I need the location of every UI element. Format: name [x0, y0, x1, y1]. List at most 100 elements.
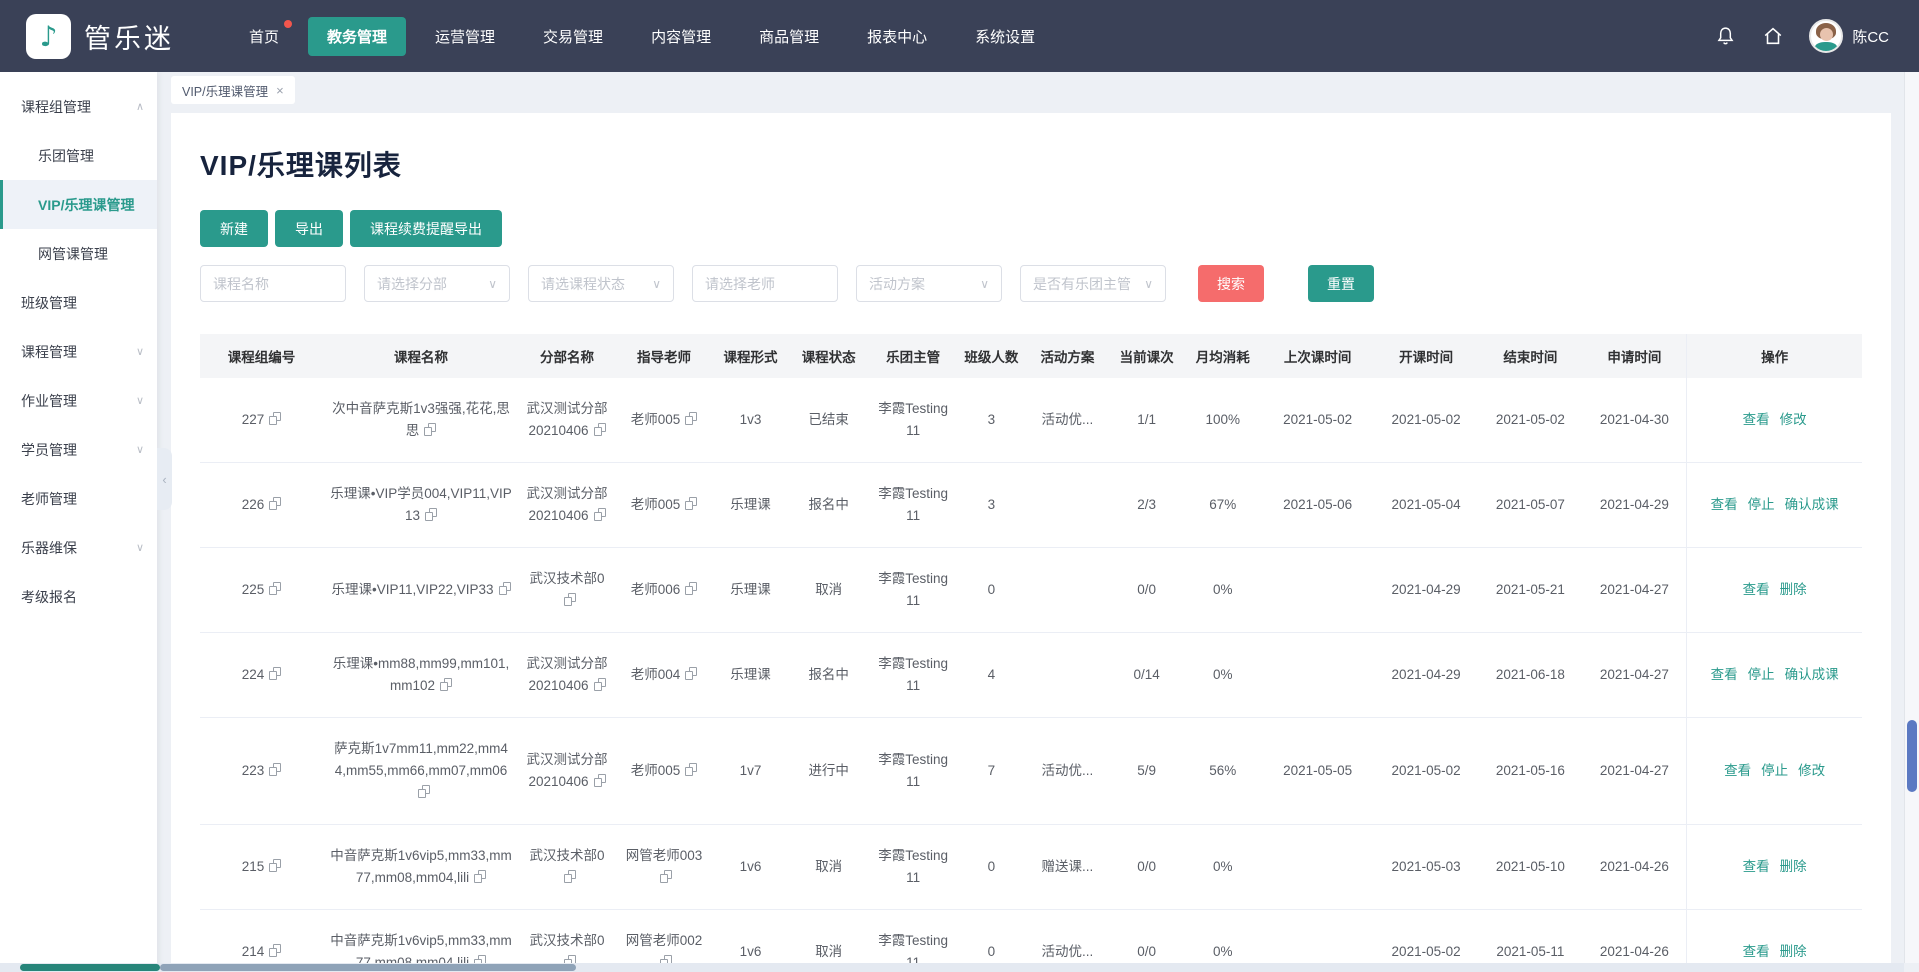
- cell-course-name: 乐理课•mm88,mm99,mm101,mm102: [323, 633, 519, 718]
- notification-bell-icon[interactable]: [1713, 24, 1737, 48]
- sidebar-item[interactable]: 网管课管理: [0, 229, 157, 278]
- filter-select[interactable]: 活动方案∨: [856, 265, 1002, 302]
- copy-icon[interactable]: [440, 678, 452, 691]
- operation-link[interactable]: 查看: [1743, 859, 1770, 874]
- chevron-down-icon: ∨: [136, 345, 144, 358]
- sidebar-item[interactable]: 作业管理∨: [0, 376, 157, 425]
- nav-item[interactable]: 商品管理: [740, 17, 838, 56]
- copy-icon[interactable]: [269, 497, 281, 510]
- copy-icon[interactable]: [269, 412, 281, 425]
- copy-icon[interactable]: [594, 423, 606, 436]
- copy-icon[interactable]: [685, 497, 697, 510]
- sidebar-item[interactable]: 老师管理: [0, 474, 157, 523]
- operation-link[interactable]: 修改: [1780, 412, 1807, 427]
- operation-link[interactable]: 查看: [1743, 582, 1770, 597]
- sidebar-item[interactable]: 乐团管理: [0, 131, 157, 180]
- copy-icon[interactable]: [685, 763, 697, 776]
- filter-select[interactable]: 请选择分部∨: [364, 265, 510, 302]
- action-button[interactable]: 新建: [200, 210, 268, 247]
- nav-item[interactable]: 报表中心: [848, 17, 946, 56]
- vertical-scrollbar[interactable]: [1904, 72, 1919, 963]
- copy-icon[interactable]: [425, 508, 437, 521]
- cell-activity-plan: 活动优...: [1026, 718, 1109, 825]
- sidebar-item[interactable]: 班级管理: [0, 278, 157, 327]
- nav-item[interactable]: 首页: [230, 17, 298, 56]
- copy-icon[interactable]: [269, 859, 281, 872]
- operation-link[interactable]: 确认成课: [1785, 667, 1839, 682]
- operation-link[interactable]: 停止: [1748, 497, 1775, 512]
- copy-icon[interactable]: [685, 582, 697, 595]
- search-button[interactable]: 搜索: [1198, 265, 1264, 302]
- tab-vip-course[interactable]: VIP/乐理课管理 ×: [171, 76, 295, 104]
- copy-icon[interactable]: [594, 508, 606, 521]
- copy-icon[interactable]: [269, 763, 281, 776]
- column-header: 结束时间: [1478, 334, 1582, 378]
- sidebar-item[interactable]: 学员管理∨: [0, 425, 157, 474]
- home-icon[interactable]: [1761, 24, 1785, 48]
- filter-input[interactable]: 请选择老师: [692, 265, 838, 302]
- sidebar-item[interactable]: VIP/乐理课管理: [0, 180, 157, 229]
- copy-icon[interactable]: [474, 870, 486, 883]
- sidebar-item[interactable]: 考级报名: [0, 572, 157, 621]
- sidebar-item[interactable]: 课程组管理∧: [0, 82, 157, 131]
- filter-select[interactable]: 请选课程状态∨: [528, 265, 674, 302]
- cell-end-date: 2021-05-10: [1478, 825, 1582, 910]
- filter-input[interactable]: 课程名称: [200, 265, 346, 302]
- operation-link[interactable]: 删除: [1780, 859, 1807, 874]
- operation-link[interactable]: 查看: [1724, 763, 1751, 778]
- nav-item[interactable]: 运营管理: [416, 17, 514, 56]
- nav-item[interactable]: 交易管理: [524, 17, 622, 56]
- horizontal-scrollbar-thumb[interactable]: [160, 964, 576, 971]
- cell-course-group-id: 224: [200, 633, 323, 718]
- cell-course-name: 中音萨克斯1v6vip5,mm33,mm77,mm08,mm04,lili: [323, 825, 519, 910]
- copy-icon[interactable]: [685, 412, 697, 425]
- column-header: 班级人数: [957, 334, 1026, 378]
- copy-icon[interactable]: [564, 593, 576, 606]
- operation-link[interactable]: 删除: [1780, 582, 1807, 597]
- horizontal-scrollbar-thumb-left[interactable]: [20, 964, 160, 971]
- filter-bar: 课程名称请选择分部∨ 请选课程状态∨ 请选择老师活动方案∨ 是否有乐团主管∨ 搜索 重置: [200, 265, 1862, 302]
- copy-icon[interactable]: [685, 667, 697, 680]
- operation-link[interactable]: 查看: [1711, 497, 1738, 512]
- vertical-scrollbar-thumb[interactable]: [1907, 720, 1917, 792]
- copy-icon[interactable]: [594, 774, 606, 787]
- cell-course-form: 1v3: [713, 378, 788, 463]
- copy-icon[interactable]: [418, 785, 430, 798]
- operation-link[interactable]: 查看: [1743, 412, 1770, 427]
- copy-icon[interactable]: [594, 678, 606, 691]
- copy-icon[interactable]: [269, 582, 281, 595]
- operation-link[interactable]: 查看: [1711, 667, 1738, 682]
- sidebar-item[interactable]: 乐器维保∨: [0, 523, 157, 572]
- cell-current-lesson: 0/14: [1109, 633, 1184, 718]
- cell-end-date: 2021-05-07: [1478, 463, 1582, 548]
- copy-icon[interactable]: [424, 423, 436, 436]
- column-header: 活动方案: [1026, 334, 1109, 378]
- copy-icon[interactable]: [564, 870, 576, 883]
- operation-link[interactable]: 修改: [1798, 763, 1825, 778]
- reset-button[interactable]: 重置: [1308, 265, 1374, 302]
- app-logo[interactable]: ♪ 管乐迷: [26, 14, 174, 59]
- copy-icon[interactable]: [499, 582, 511, 595]
- sidebar-collapse-handle[interactable]: ‹: [157, 448, 172, 510]
- copy-icon[interactable]: [269, 667, 281, 680]
- close-icon[interactable]: ×: [276, 83, 284, 98]
- nav-item[interactable]: 教务管理: [308, 17, 406, 56]
- sidebar-item[interactable]: 课程管理∨: [0, 327, 157, 376]
- operation-link[interactable]: 查看: [1743, 944, 1770, 959]
- action-button[interactable]: 课程续费提醒导出: [350, 210, 502, 247]
- operation-link[interactable]: 停止: [1748, 667, 1775, 682]
- column-header: 申请时间: [1582, 334, 1686, 378]
- copy-icon[interactable]: [660, 870, 672, 883]
- copy-icon[interactable]: [269, 944, 281, 957]
- column-header: 月均消耗: [1184, 334, 1261, 378]
- action-button[interactable]: 导出: [275, 210, 343, 247]
- horizontal-scrollbar[interactable]: [0, 963, 1904, 972]
- user-menu[interactable]: 陈CC: [1809, 19, 1889, 53]
- operation-link[interactable]: 停止: [1761, 763, 1788, 778]
- nav-item[interactable]: 系统设置: [956, 17, 1054, 56]
- nav-item[interactable]: 内容管理: [632, 17, 730, 56]
- filter-select[interactable]: 是否有乐团主管∨: [1020, 265, 1166, 302]
- operation-link[interactable]: 确认成课: [1785, 497, 1839, 512]
- operation-link[interactable]: 删除: [1780, 944, 1807, 959]
- cell-band-leader: 李霞Testing11: [869, 825, 957, 910]
